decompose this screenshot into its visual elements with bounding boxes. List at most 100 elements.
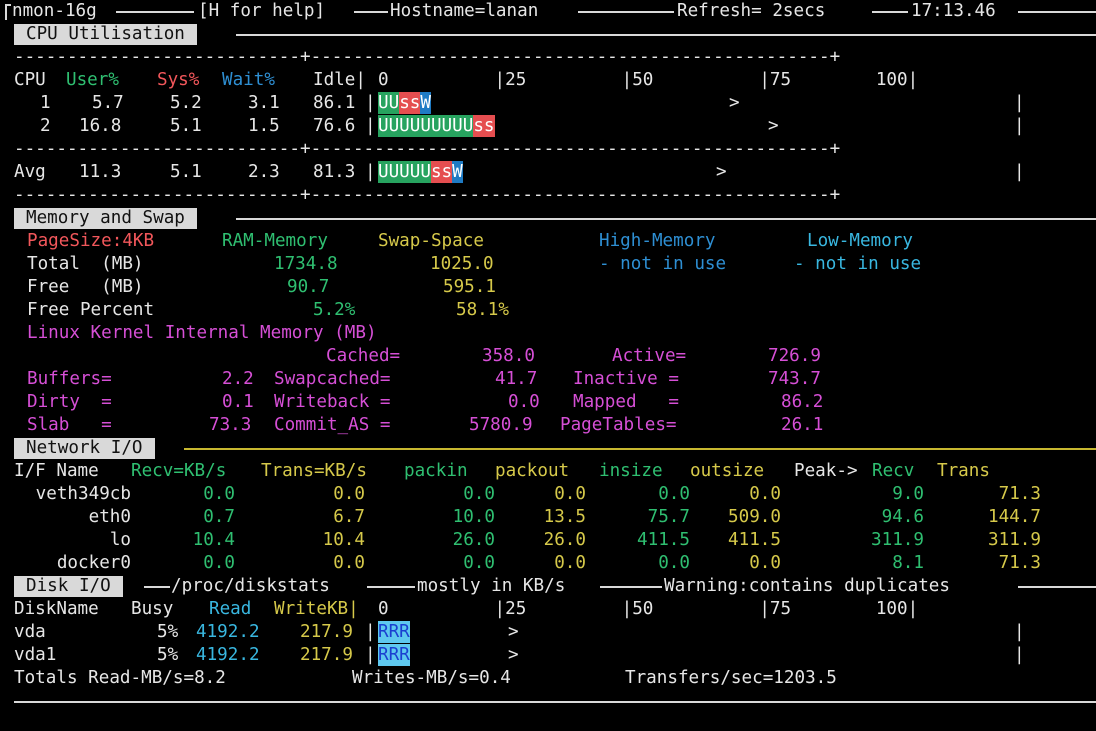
net-insize: 75.7 [647,507,690,527]
cpu2-user: 16.8 [79,116,122,136]
section-rule [236,218,1096,220]
cpu1-usage-bar: UUssW [378,92,431,115]
disk-vda1-name: vda1 [14,645,57,665]
net-peak-recv: 311.9 [871,530,924,550]
header-rule [354,11,388,13]
low-memory-header: Low-Memory [807,231,913,251]
net-insize: 0.0 [658,553,690,573]
help-hint[interactable]: [H for help] [198,0,325,23]
disk-section-title: Disk I/O [14,576,123,597]
disk-vda-busy-bar: RRR [378,621,410,644]
high-memory-header: High-Memory [599,231,716,251]
net-peak-recv: 8.1 [892,553,924,573]
dirty-value: 0.1 [222,392,254,412]
net-peak-recv: 94.6 [881,507,924,527]
active-label: Active= [612,346,687,366]
mapped-value: 86.2 [781,392,824,412]
section-rule [184,448,1096,450]
swapcached-value: 41.7 [495,369,538,389]
net-trans: 6.7 [333,507,365,527]
free-percent-label: Free Percent [27,300,155,320]
inactive-value: 743.7 [768,369,821,389]
net-header-insize: insize [599,461,663,481]
net-recv: 0.0 [203,553,235,573]
total-label: Total (MB) [27,254,144,274]
cpu-header-sys: Sys% [157,70,200,90]
net-header-recv: Recv=KB/s [131,461,227,481]
header-rule [578,11,674,13]
swap-header: Swap-Space [378,231,484,251]
cpu-dash-line: ---------------------------+------------… [14,139,841,159]
net-outsize: 0.0 [749,553,781,573]
cpu1-user: 5.7 [92,93,124,113]
refresh-rate: Refresh= 2secs [677,1,826,21]
hostname: Hostname=lanan [390,1,539,21]
header-rule [116,11,194,13]
disk-vda-bar-end: | [1014,622,1025,642]
cpu-avg-wait: 2.3 [248,162,280,182]
net-ifname: veth349cb [35,484,131,504]
disk-vda1-bar-start: | [365,645,376,665]
net-peak-trans: 71.3 [998,553,1041,573]
net-trans: 10.4 [322,530,365,550]
cpu-header-user: User% [66,70,119,90]
disk-vda-read: 4192.2 [196,622,260,642]
slab-label: Slab = [27,415,112,435]
cpu2-peak-marker: > [768,116,779,136]
disk-vda-peak-marker: > [508,622,519,642]
disk-vda1-bar-end: | [1014,645,1025,665]
cpu2-sys: 5.1 [170,116,202,136]
cpu-avg-label: Avg [14,162,46,182]
cached-value: 358.0 [482,346,535,366]
net-header-peak: Peak-> [794,461,858,481]
cpu-avg-sys-segment: ss [430,161,453,183]
net-recv: 0.7 [203,507,235,527]
app-name: nmon-16g [12,1,97,21]
net-header-peak-recv: Recv [872,461,915,481]
cpu1-bar-start: | [365,93,376,113]
cpu2-idle: 76.6 [313,116,356,136]
cpu-avg-peak-marker: > [716,162,727,182]
net-insize: 0.0 [658,484,690,504]
disk-vda-bar-start: | [365,622,376,642]
disk-warning: Warning:contains duplicates [664,576,950,596]
cpu-dash-line: ---------------------------+------------… [14,185,841,205]
net-packout: 0.0 [554,553,586,573]
writeback-label: Writeback = [274,392,391,412]
net-ifname: docker0 [56,553,131,573]
disk-vda-read-segment: RRR [378,621,410,643]
net-header-packin: packin [404,461,468,481]
ram-free: 90.7 [287,277,330,297]
cpu-scale: 0 |25 |50 |75 100| [378,70,919,90]
high-memory-note: - not in use [599,254,727,274]
disk-vda1-read-segment: RRR [378,644,410,666]
low-memory-note: - not in use [794,254,922,274]
ram-free-percent: 5.2% [313,300,356,320]
kernel-memory-title: Linux Kernel Internal Memory (MB) [27,323,377,343]
net-packout: 26.0 [543,530,586,550]
swap-total: 1025.0 [430,254,494,274]
network-section-title: Network I/O [14,438,155,459]
section-rule [236,34,1096,36]
cpu-header-cpu: CPU [14,70,46,90]
net-packin: 0.0 [463,484,495,504]
net-peak-trans: 71.3 [998,484,1041,504]
net-ifname: lo [109,530,131,550]
net-outsize: 0.0 [749,484,781,504]
cpu-header-idle: Idle| [313,70,366,90]
net-header-trans: Trans=KB/s [261,461,367,481]
net-insize: 411.5 [637,530,690,550]
net-packin: 10.0 [452,507,495,527]
section-rule [600,586,662,588]
cpu1-user-segment: UU [378,92,400,114]
cpu2-bar-end: | [1014,116,1025,136]
net-peak-trans: 311.9 [988,530,1041,550]
cpu1-sys-segment: ss [399,92,421,114]
slab-value: 73.3 [209,415,252,435]
cpu-avg-user: 11.3 [79,162,122,182]
disk-vda1-read: 4192.2 [196,645,260,665]
bottom-rule [14,701,1096,703]
cpu1-peak-marker: > [729,93,740,113]
ram-total: 1734.8 [274,254,338,274]
cpu2-id: 2 [40,116,51,136]
